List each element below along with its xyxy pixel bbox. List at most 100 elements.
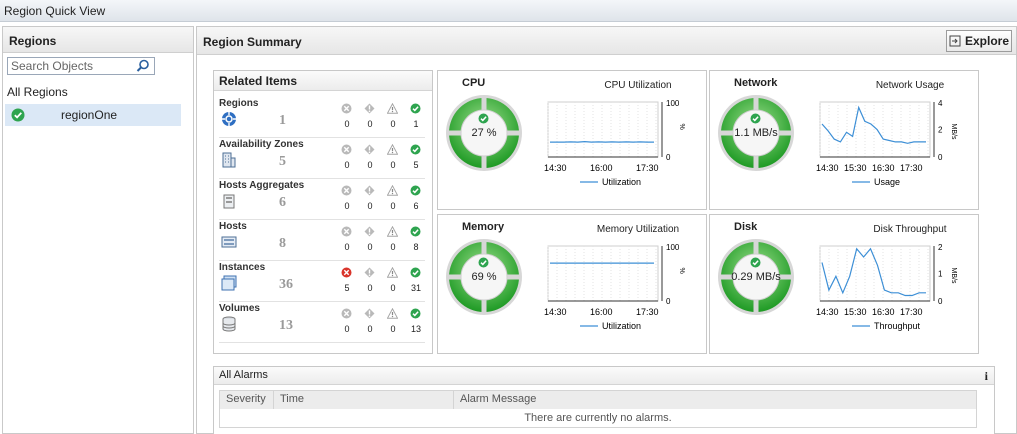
x-tick-label: 17:30 [636, 163, 659, 173]
x-tick-label: 16:00 [590, 163, 613, 173]
regions-pane: Regions All Regions regionOne [2, 26, 194, 434]
status-count[interactable]: 0 [360, 160, 380, 170]
status-count[interactable]: 0 [337, 119, 357, 129]
status-count[interactable]: 0 [383, 201, 403, 211]
y-min-label: 0 [938, 153, 943, 162]
memory-gauge[interactable]: 69 % [444, 237, 524, 317]
status-count[interactable]: 0 [383, 160, 403, 170]
status-count[interactable]: 0 [383, 324, 403, 334]
related-item-regions[interactable]: Regions 1 0 0 0 1 [219, 97, 425, 138]
status-count[interactable]: 0 [337, 201, 357, 211]
status-count[interactable]: 6 [406, 201, 426, 211]
cpu-title: CPU [462, 77, 486, 89]
region-item-regionone[interactable]: regionOne [5, 104, 181, 126]
explore-button[interactable]: Explore [946, 30, 1012, 52]
column-time[interactable]: Time [274, 391, 454, 409]
related-items-panel: Related Items Regions 1 0 0 0 1 Availability Z… [213, 70, 433, 354]
plot-area [547, 101, 659, 158]
status-count[interactable]: 0 [383, 119, 403, 129]
related-item-count[interactable]: 13 [279, 318, 293, 334]
y-unit-label: % [678, 124, 685, 130]
status-count[interactable]: 0 [337, 160, 357, 170]
legend-label: Utilization [602, 177, 641, 187]
disk-gauge[interactable]: 0.29 MB/s [716, 237, 796, 317]
cpu-gauge[interactable]: 27 % [444, 93, 524, 173]
network-chart[interactable]: 4 0 2 MB/s 14:30 15:30 16:30 17:30Usage [812, 97, 972, 205]
major-status-icon [364, 144, 375, 158]
cpu-chart-title: CPU Utilization [604, 80, 672, 91]
related-item-volumes[interactable]: Volumes 13 0 0 0 13 [219, 302, 425, 343]
related-item-count[interactable]: 8 [279, 236, 286, 252]
related-item-count[interactable]: 1 [279, 113, 286, 129]
memory-chart[interactable]: 100 0% 14:30 16:00 17:30 Utilization [540, 241, 700, 349]
y-mid-label: 2 [938, 126, 943, 135]
ok-status-icon [750, 113, 761, 127]
major-status-icon [364, 308, 375, 322]
disk-chart[interactable]: 2 0 1 MB/s 14:30 15:30 16:30 17:30 Throughput [812, 241, 972, 349]
network-gauge[interactable]: 1.1 MB/s [716, 93, 796, 173]
plot-area [819, 245, 931, 302]
status-count[interactable]: 5 [406, 160, 426, 170]
related-item-hosts[interactable]: Hosts 8 0 0 0 8 [219, 220, 425, 261]
related-item-count[interactable]: 36 [279, 277, 293, 293]
plot-area [819, 101, 931, 158]
y-max-label: 4 [938, 99, 943, 108]
ok-status-icon [410, 144, 421, 158]
disk-gauge-value: 0.29 MB/s [731, 271, 781, 283]
related-item-count[interactable]: 5 [279, 154, 286, 170]
status-count[interactable]: 0 [337, 242, 357, 252]
status-count[interactable]: 31 [406, 283, 426, 293]
column-severity[interactable]: Severity [220, 391, 274, 409]
legend-label: Throughput [874, 321, 921, 331]
regions-pane-title: Regions [3, 27, 193, 53]
ok-status-icon [410, 103, 421, 117]
status-count[interactable]: 0 [360, 201, 380, 211]
status-count[interactable]: 5 [337, 283, 357, 293]
related-item-availability-zones[interactable]: Availability Zones 5 0 0 0 5 [219, 138, 425, 179]
status-count[interactable]: 0 [360, 283, 380, 293]
search-box [7, 57, 155, 75]
status-count[interactable]: 8 [406, 242, 426, 252]
y-max-label: 100 [666, 99, 680, 108]
x-tick-label: 17:30 [636, 307, 659, 317]
column-alarm-message[interactable]: Alarm Message [454, 391, 976, 409]
y-mid-label: 1 [938, 270, 943, 279]
ok-status-icon [410, 308, 421, 322]
related-item-count[interactable]: 6 [279, 195, 286, 211]
memory-panel: Memory Memory Utilization 69 % 100 0% 14:3… [437, 214, 707, 354]
status-count[interactable]: 0 [383, 283, 403, 293]
x-tick-label: 14:30 [816, 307, 839, 317]
disk-chart-title: Disk Throughput [873, 224, 947, 235]
status-count[interactable]: 0 [360, 242, 380, 252]
search-icon[interactable] [134, 58, 152, 74]
region-summary-pane: Region Summary Explore Related Items Reg… [196, 26, 1017, 434]
related-item-name: Hosts [219, 221, 247, 232]
plot-area [547, 245, 659, 302]
status-count[interactable]: 0 [383, 242, 403, 252]
major-status-icon [364, 226, 375, 240]
disk-title: Disk [734, 221, 758, 233]
warning-status-icon [386, 143, 399, 158]
all-regions-node[interactable]: All Regions [7, 85, 68, 99]
region-icon [221, 111, 239, 128]
status-count[interactable]: 1 [406, 119, 426, 129]
y-max-label: 2 [938, 243, 943, 252]
y-min-label: 0 [666, 153, 671, 162]
status-count[interactable]: 0 [360, 119, 380, 129]
ok-status-icon [410, 185, 421, 199]
network-chart-title: Network Usage [875, 80, 945, 91]
related-item-instances[interactable]: Instances 36 5 0 0 31 [219, 261, 425, 302]
warning-status-icon [386, 102, 399, 117]
status-count[interactable]: 0 [360, 324, 380, 334]
related-item-name: Availability Zones [219, 139, 304, 150]
critical-status-icon [341, 185, 352, 199]
status-count[interactable]: 13 [406, 324, 426, 334]
legend-label: Utilization [602, 321, 641, 331]
info-icon[interactable]: i [985, 369, 988, 384]
status-count[interactable]: 0 [337, 324, 357, 334]
search-input[interactable] [8, 59, 134, 73]
cpu-chart[interactable]: 100 0% 14:30 16:00 17:30 Utilization [540, 97, 700, 205]
related-item-hosts-aggregates[interactable]: Hosts Aggregates 6 0 0 0 6 [219, 179, 425, 220]
aggregate-icon [221, 193, 239, 210]
cpu-gauge-value: 27 % [471, 127, 497, 139]
